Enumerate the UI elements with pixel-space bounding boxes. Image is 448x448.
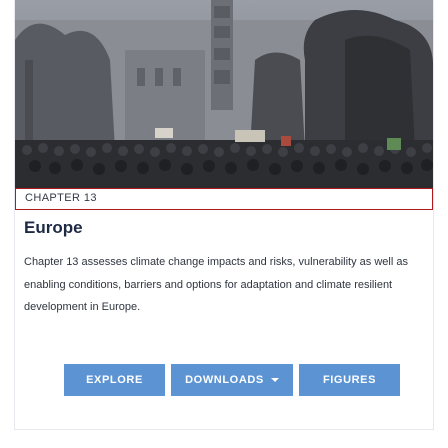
- chapter-description: Chapter 13 assesses climate change impac…: [24, 256, 408, 313]
- action-buttons: EXPLORE DOWNLOADS FIGURES: [64, 364, 400, 396]
- figures-button[interactable]: FIGURES: [299, 364, 400, 396]
- downloads-button-label: DOWNLOADS: [185, 374, 264, 386]
- caret-down-icon: [270, 378, 279, 382]
- hero-image: [15, 0, 433, 188]
- explore-button[interactable]: EXPLORE: [64, 364, 165, 396]
- figures-button-label: FIGURES: [322, 374, 377, 386]
- crowd-photo-icon[interactable]: [15, 0, 433, 188]
- explore-button-label: EXPLORE: [86, 374, 143, 386]
- chapter-label: CHAPTER 13: [25, 192, 97, 204]
- chapter-title[interactable]: Europe: [24, 218, 83, 238]
- chapter-label-box: CHAPTER 13: [15, 188, 433, 210]
- downloads-button[interactable]: DOWNLOADS: [171, 364, 293, 396]
- chapter-card: CHAPTER 13 Europe Chapter 13 assesses cl…: [14, 0, 434, 430]
